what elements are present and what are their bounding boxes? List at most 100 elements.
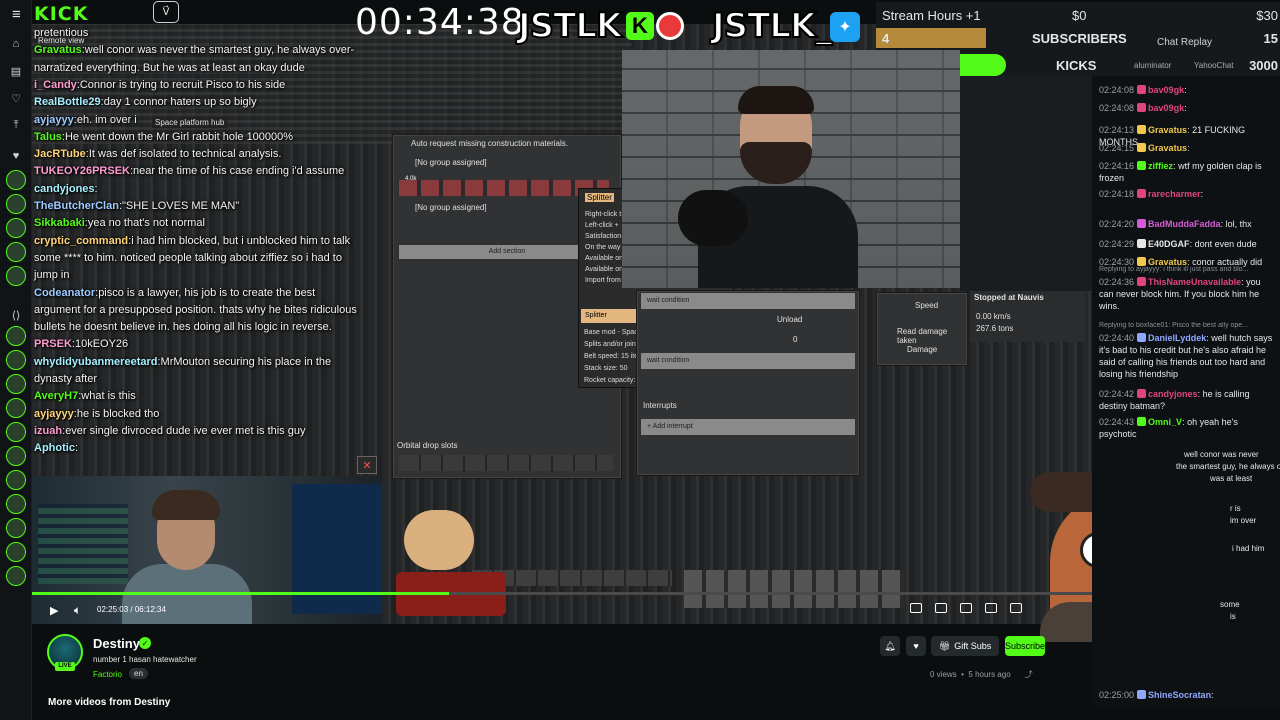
chat-badge-icon — [1137, 143, 1147, 152]
chat-username[interactable]: candyjones — [1148, 389, 1198, 399]
channel-avatar-10[interactable] — [6, 422, 26, 442]
chat-timestamp: 02:24:18 — [1099, 189, 1135, 199]
overlay-chat-user: Codeanator — [34, 286, 96, 299]
overlay-chat-text: dynasty after — [34, 373, 97, 385]
add-interrupt-button[interactable]: + Add interrupt — [641, 419, 855, 435]
subscribe-button[interactable]: Subscribe — [1005, 636, 1045, 656]
channel-avatar-14[interactable] — [6, 518, 26, 538]
chat-message: 02:24:36 ThisNameUnavailable: you can nev… — [1099, 277, 1261, 311]
unload-label[interactable]: Unload — [777, 315, 802, 324]
overlay-chat-user: Aphotic — [34, 442, 75, 455]
channel-avatar-6[interactable] — [6, 326, 26, 346]
chat-username[interactable]: Gravatus — [1148, 143, 1187, 153]
language-tag[interactable]: en — [129, 668, 148, 679]
gift-subs-button[interactable]: 🎁︎ Gift Subs — [931, 636, 999, 656]
chat-reply-context[interactable]: Replying to boxface01: Pisco the best al… — [1099, 322, 1279, 329]
overlay-chat-text: yea no that's not normal — [87, 217, 205, 230]
sidebar-rail: ⌂ ▤ ♡ ⤒ ♥ ⟨⟩ — [0, 0, 32, 720]
favorites-icon[interactable]: ♥ — [6, 146, 26, 166]
channel-avatar-3[interactable] — [6, 218, 26, 238]
chat-badge-icon — [1137, 333, 1147, 342]
chat-username[interactable]: E40DGAF — [1148, 239, 1190, 249]
read-damage-label[interactable]: Read damage taken — [897, 327, 967, 345]
miniplayer-icon[interactable] — [910, 603, 922, 613]
overlay-chat-user: AveryH7 — [34, 390, 79, 403]
app-icon[interactable]: V⃗ — [153, 1, 179, 23]
chat-username[interactable]: bav09gk — [1148, 103, 1184, 113]
theater-icon[interactable] — [935, 603, 947, 613]
channel-name[interactable]: Destiny — [93, 636, 140, 651]
schedule-panel: wait condition Unload 0 wait condition I… — [636, 290, 860, 476]
zero-value: 0 — [793, 335, 798, 344]
chat-username[interactable]: BadMuddaFadda — [1148, 219, 1221, 229]
chat-message: 02:25:00 ShineSocratan: — [1099, 690, 1214, 700]
overlay-chat-text: MrMouton securing his place in the — [160, 355, 332, 368]
chat-overflow-fragment: i had him — [1232, 544, 1265, 553]
channel-avatar-1[interactable] — [6, 170, 26, 190]
chat-username[interactable]: rarecharmer — [1148, 189, 1201, 199]
stream-chat-snapshot — [960, 76, 1098, 291]
menu-line-3: Satisfaction — [585, 233, 622, 240]
overlay-chat-text: jump in — [34, 269, 70, 282]
channel-avatar-2[interactable] — [6, 194, 26, 214]
overlay-chat-user: TheButcherClan — [34, 200, 119, 212]
twitter-icon: ✦ — [830, 12, 860, 42]
home-icon[interactable]: ⌂ — [6, 34, 26, 54]
play-icon[interactable]: ▶ — [50, 604, 58, 617]
channel-avatar-13[interactable] — [6, 494, 26, 514]
overlay-chat-text: "SHE LOVES ME MAN" — [122, 200, 240, 212]
chat-username[interactable]: bav09gk — [1148, 85, 1184, 95]
verified-icon: ✓ — [139, 637, 151, 649]
overlay-chat-line: ayjayyy:he is blocked tho — [34, 407, 160, 420]
overlay-chat-text: narratized everything. But he was at lea… — [34, 61, 305, 74]
chat-reply-context[interactable]: Replying to ayjayyy: i think ill just pa… — [1099, 266, 1279, 273]
chat-timestamp: 02:25:00 — [1099, 690, 1135, 700]
channel-avatar-7[interactable] — [6, 350, 26, 370]
browse-icon[interactable]: ▤ — [6, 61, 26, 81]
close-icon[interactable]: ✕ — [357, 456, 377, 474]
chat-overflow-fragment: some — [1220, 600, 1240, 609]
kick-logo[interactable]: KICK — [34, 3, 88, 25]
channel-avatar-8[interactable] — [6, 374, 26, 394]
overlay-chat-text: He went down the Mr Girl rabbit hole 100… — [64, 130, 294, 143]
chat-username[interactable]: ThisNameUnavailable — [1148, 277, 1241, 287]
category-link[interactable]: Factorio — [93, 670, 122, 679]
channel-avatar-16[interactable] — [6, 566, 26, 586]
notification-bell-icon[interactable]: 🔔︎ — [880, 636, 900, 656]
follow-heart-icon[interactable]: ♥ — [906, 636, 926, 656]
chat-username[interactable]: Omni_V — [1148, 417, 1182, 427]
chat-username[interactable]: ziffiez — [1148, 161, 1173, 171]
share-icon[interactable]: ⤴ — [1025, 670, 1033, 679]
overlay-chat-user: PRSEK — [34, 338, 72, 351]
brand-logo-right: JSTLK_ — [711, 5, 833, 47]
chat-text: lol, thx — [1225, 219, 1252, 229]
channel-avatar-15[interactable] — [6, 542, 26, 562]
channel-avatar-4[interactable] — [6, 242, 26, 262]
wait-condition-1[interactable]: wait condition — [641, 293, 855, 309]
following-icon[interactable]: ♡ — [6, 88, 26, 108]
clip-icon[interactable] — [985, 603, 997, 613]
wait-condition-2[interactable]: wait condition — [641, 353, 855, 369]
recommended-icon[interactable]: ⟨⟩ — [6, 305, 26, 325]
chat-replay-label: Chat Replay — [1157, 37, 1213, 48]
orbital-drop-slots[interactable] — [399, 455, 613, 471]
overlay-chat-line: argument for a presupposed position. tha… — [34, 301, 357, 319]
chat-username[interactable]: Gravatus — [1148, 125, 1187, 135]
damage-label: Damage — [907, 345, 938, 354]
time-current: 02:25:03 — [97, 605, 129, 614]
clips-icon[interactable]: ⤒ — [6, 115, 26, 135]
channel-avatar-9[interactable] — [6, 398, 26, 418]
volume-icon[interactable]: 🔈︎ — [74, 603, 81, 618]
progress-bar[interactable] — [32, 592, 1100, 595]
chat-username[interactable]: DanielLyddek — [1148, 333, 1206, 343]
chat-username[interactable]: ShineSocratan — [1148, 690, 1211, 700]
channel-avatar-12[interactable] — [6, 470, 26, 490]
fullscreen-icon[interactable] — [1010, 603, 1022, 613]
chat-overflow-fragment: the smartest guy, he always over- — [1176, 462, 1280, 471]
speed-value: 0.00 km/s — [976, 312, 1011, 321]
channel-avatar-11[interactable] — [6, 446, 26, 466]
streamer — [698, 86, 858, 288]
pip-icon[interactable] — [960, 603, 972, 613]
channel-avatar-5[interactable] — [6, 266, 26, 286]
menu-icon[interactable]: ≡ — [12, 6, 26, 23]
